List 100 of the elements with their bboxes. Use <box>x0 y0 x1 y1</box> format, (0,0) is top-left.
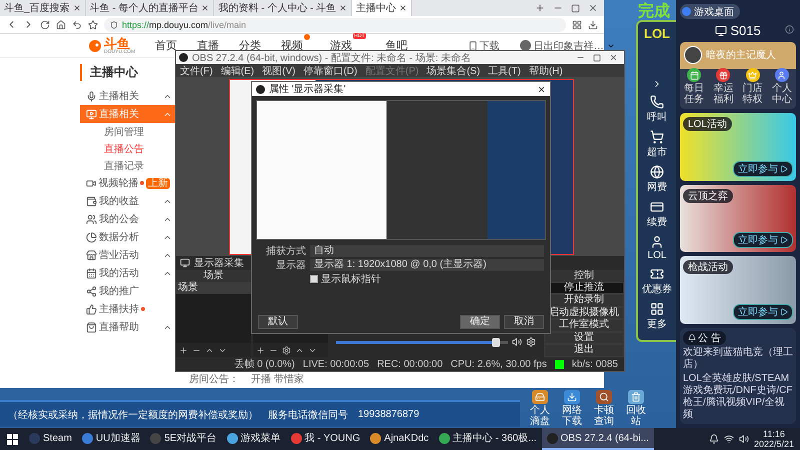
close-icon[interactable] <box>537 84 546 94</box>
clock[interactable]: 11:16 2022/5/21 <box>754 429 794 449</box>
menu-item[interactable]: 帮助(H) <box>524 64 567 78</box>
action-button[interactable]: 幸运福利 <box>713 68 734 105</box>
sidebar-subitem[interactable]: 直播公告 <box>80 140 175 157</box>
speaker-icon[interactable] <box>512 337 522 347</box>
dialog-button[interactable]: 默认 <box>258 315 298 329</box>
nav-link[interactable]: 首页 <box>155 38 178 53</box>
nav-link[interactable]: 鱼吧 <box>386 38 408 53</box>
sidebar-item[interactable]: 我的推广 <box>80 282 175 300</box>
close-icon[interactable] <box>399 4 408 12</box>
settings-icon[interactable] <box>282 346 291 354</box>
sidebar-item[interactable]: 我的公会 <box>80 210 175 228</box>
control-button[interactable]: 退出 <box>544 344 624 357</box>
download-link[interactable]: 下载 <box>468 38 500 52</box>
dropdown-field[interactable]: 显示器 1: 1920x1080 @ 0,0 (主显示器) <box>310 259 544 271</box>
status-text: LIVE: 00:00:05 <box>302 358 370 370</box>
launcher-item[interactable]: 优惠券 <box>642 267 672 296</box>
dot-icon <box>682 7 691 16</box>
taskbar-item[interactable]: 主播中心 - 360极... <box>434 428 542 450</box>
add-icon[interactable] <box>179 346 188 354</box>
info-icon[interactable] <box>785 25 794 34</box>
nav-link[interactable]: 分类 <box>239 38 262 53</box>
field-label: 显示器 <box>275 259 306 272</box>
settings-icon[interactable] <box>526 337 536 347</box>
dropdown-field[interactable]: 自动 <box>310 245 544 257</box>
sidebar-item[interactable]: 主播相关 <box>80 87 175 105</box>
join-button[interactable]: 立即参与 <box>733 232 793 248</box>
sidebar-item[interactable]: 视频轮播 上新 <box>80 174 175 192</box>
browser-tab[interactable]: 斗鱼 - 每个人的直播平台 <box>86 0 214 16</box>
slider-thumb[interactable] <box>492 338 500 346</box>
reload-icon[interactable] <box>40 20 50 30</box>
menu-item[interactable]: 文件(F) <box>176 64 217 78</box>
nav-link[interactable]: 直播 <box>197 38 220 53</box>
close-icon[interactable] <box>72 4 81 12</box>
dialog-button[interactable]: 取消 <box>504 315 544 329</box>
sidebar-subitem[interactable]: 房间管理 <box>80 123 175 140</box>
grid-icon[interactable] <box>572 20 582 30</box>
menu-item[interactable]: 停靠窗口(D) <box>299 64 362 78</box>
network-icon[interactable] <box>724 434 734 444</box>
close-icon[interactable] <box>201 4 210 12</box>
windows-logo-icon[interactable] <box>6 434 18 444</box>
sidebar-item[interactable]: 营业活动 <box>80 246 175 264</box>
control-button[interactable]: 设置 <box>544 332 624 344</box>
nav-link[interactable]: 视频 <box>281 38 304 53</box>
new-tab-icon[interactable] <box>535 3 545 13</box>
close-icon[interactable] <box>609 53 618 62</box>
dialog-button[interactable]: 确定 <box>460 315 500 329</box>
undo-icon[interactable] <box>72 20 82 30</box>
nav-link[interactable]: 游戏 <box>330 38 352 53</box>
scene-item[interactable]: 场景 <box>176 282 251 294</box>
taskbar-item[interactable]: 5E对战平台 <box>145 428 222 450</box>
sidebar-item[interactable]: 直播帮助 <box>80 318 175 336</box>
notification-dot <box>304 34 310 40</box>
launcher-item[interactable]: 网费 <box>647 165 667 194</box>
join-button[interactable]: 立即参与 <box>733 160 793 177</box>
menu-item[interactable]: 场景集合(S) <box>422 64 484 78</box>
user-name[interactable]: 日出印象吉祥… <box>534 38 604 52</box>
action-button[interactable]: 门店特权 <box>742 68 763 105</box>
launcher-item[interactable]: 超市 <box>647 130 667 159</box>
download-icon[interactable] <box>588 20 598 30</box>
action-button[interactable]: 个人中心 <box>772 68 792 105</box>
address-field[interactable]: https://mp.douyu.com/live/main <box>104 18 566 32</box>
sidebar-item[interactable]: 主播扶持 <box>80 300 175 318</box>
checkbox-square[interactable] <box>310 275 318 283</box>
avatar[interactable] <box>520 40 531 51</box>
bell-icon[interactable] <box>708 434 719 444</box>
sidebar-subitem[interactable]: 直播记录 <box>80 157 175 174</box>
home-icon[interactable] <box>56 20 66 30</box>
globe-icon <box>650 165 664 179</box>
launcher-item[interactable]: 更多 <box>647 302 667 331</box>
sidebar-item[interactable]: 我的收益 <box>80 192 175 210</box>
sidebar-item[interactable]: 数据分析 <box>80 228 175 246</box>
launcher-item[interactable]: 续费 <box>647 200 667 229</box>
taskbar-item[interactable]: Steam <box>24 428 77 450</box>
field-label: 捕获方式 <box>265 244 306 258</box>
taskbar-item[interactable]: AjnaKDdc <box>365 428 434 450</box>
menu-item[interactable]: 视图(V) <box>258 64 300 78</box>
taskbar-item[interactable]: OBS 27.2.4 (64-bi... <box>542 428 654 450</box>
speaker-icon[interactable] <box>738 434 749 444</box>
browser-tab[interactable]: 斗鱼_百度搜索 <box>0 0 86 16</box>
taskbar-item[interactable]: 我 - YOUNG <box>286 428 366 450</box>
maximize-icon[interactable] <box>571 4 580 12</box>
action-button[interactable]: 每日任务 <box>684 68 704 105</box>
menu-item[interactable]: 工具(T) <box>484 64 525 78</box>
close-icon[interactable] <box>339 4 348 12</box>
taskbar-item[interactable]: 游戏菜单 <box>222 428 286 450</box>
close-icon[interactable] <box>588 3 598 13</box>
join-button[interactable]: 立即参与 <box>733 304 793 320</box>
menu-item[interactable]: 编辑(E) <box>216 64 258 78</box>
star-icon[interactable] <box>88 20 98 30</box>
desktop-button[interactable]: 游戏桌面 <box>680 4 740 19</box>
sidebar-item[interactable]: 我的活动 <box>80 264 175 282</box>
maximize-icon[interactable] <box>593 54 601 62</box>
launcher-item[interactable]: LOL <box>648 235 666 261</box>
browser-tab[interactable]: 主播中心 <box>352 0 412 16</box>
taskbar-item[interactable]: UU加速器 <box>76 428 146 450</box>
grid-icon <box>650 302 664 316</box>
launcher-item[interactable]: 呼叫 <box>647 95 667 124</box>
add-icon[interactable] <box>256 346 265 354</box>
